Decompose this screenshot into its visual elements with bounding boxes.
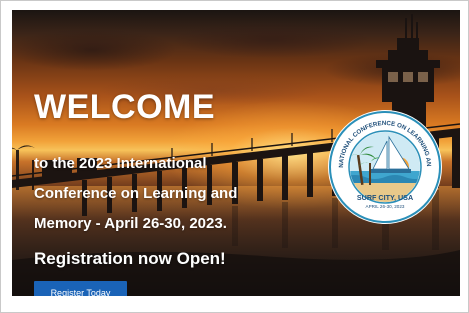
logo-dates-text: APRIL 26-30, 2023: [366, 204, 405, 209]
page-frame: WELCOME to the 2023 International Confer…: [0, 0, 469, 313]
register-today-button[interactable]: Register Today: [34, 281, 127, 296]
conference-subtitle-line-2: Conference on Learning and: [34, 185, 238, 202]
logo-location-text: SURF CITY, USA: [357, 193, 413, 202]
registration-open-text: Registration now Open!: [34, 249, 226, 268]
conference-logo: THE INTERNATIONAL CONFERENCE ON LEARNING…: [325, 107, 442, 224]
hero-banner: WELCOME to the 2023 International Confer…: [12, 10, 460, 296]
conference-subtitle-line-3: Memory - April 26-30, 2023.: [34, 215, 227, 232]
welcome-heading: WELCOME: [34, 88, 216, 126]
conference-subtitle-line-1: to the 2023 International: [34, 155, 207, 172]
